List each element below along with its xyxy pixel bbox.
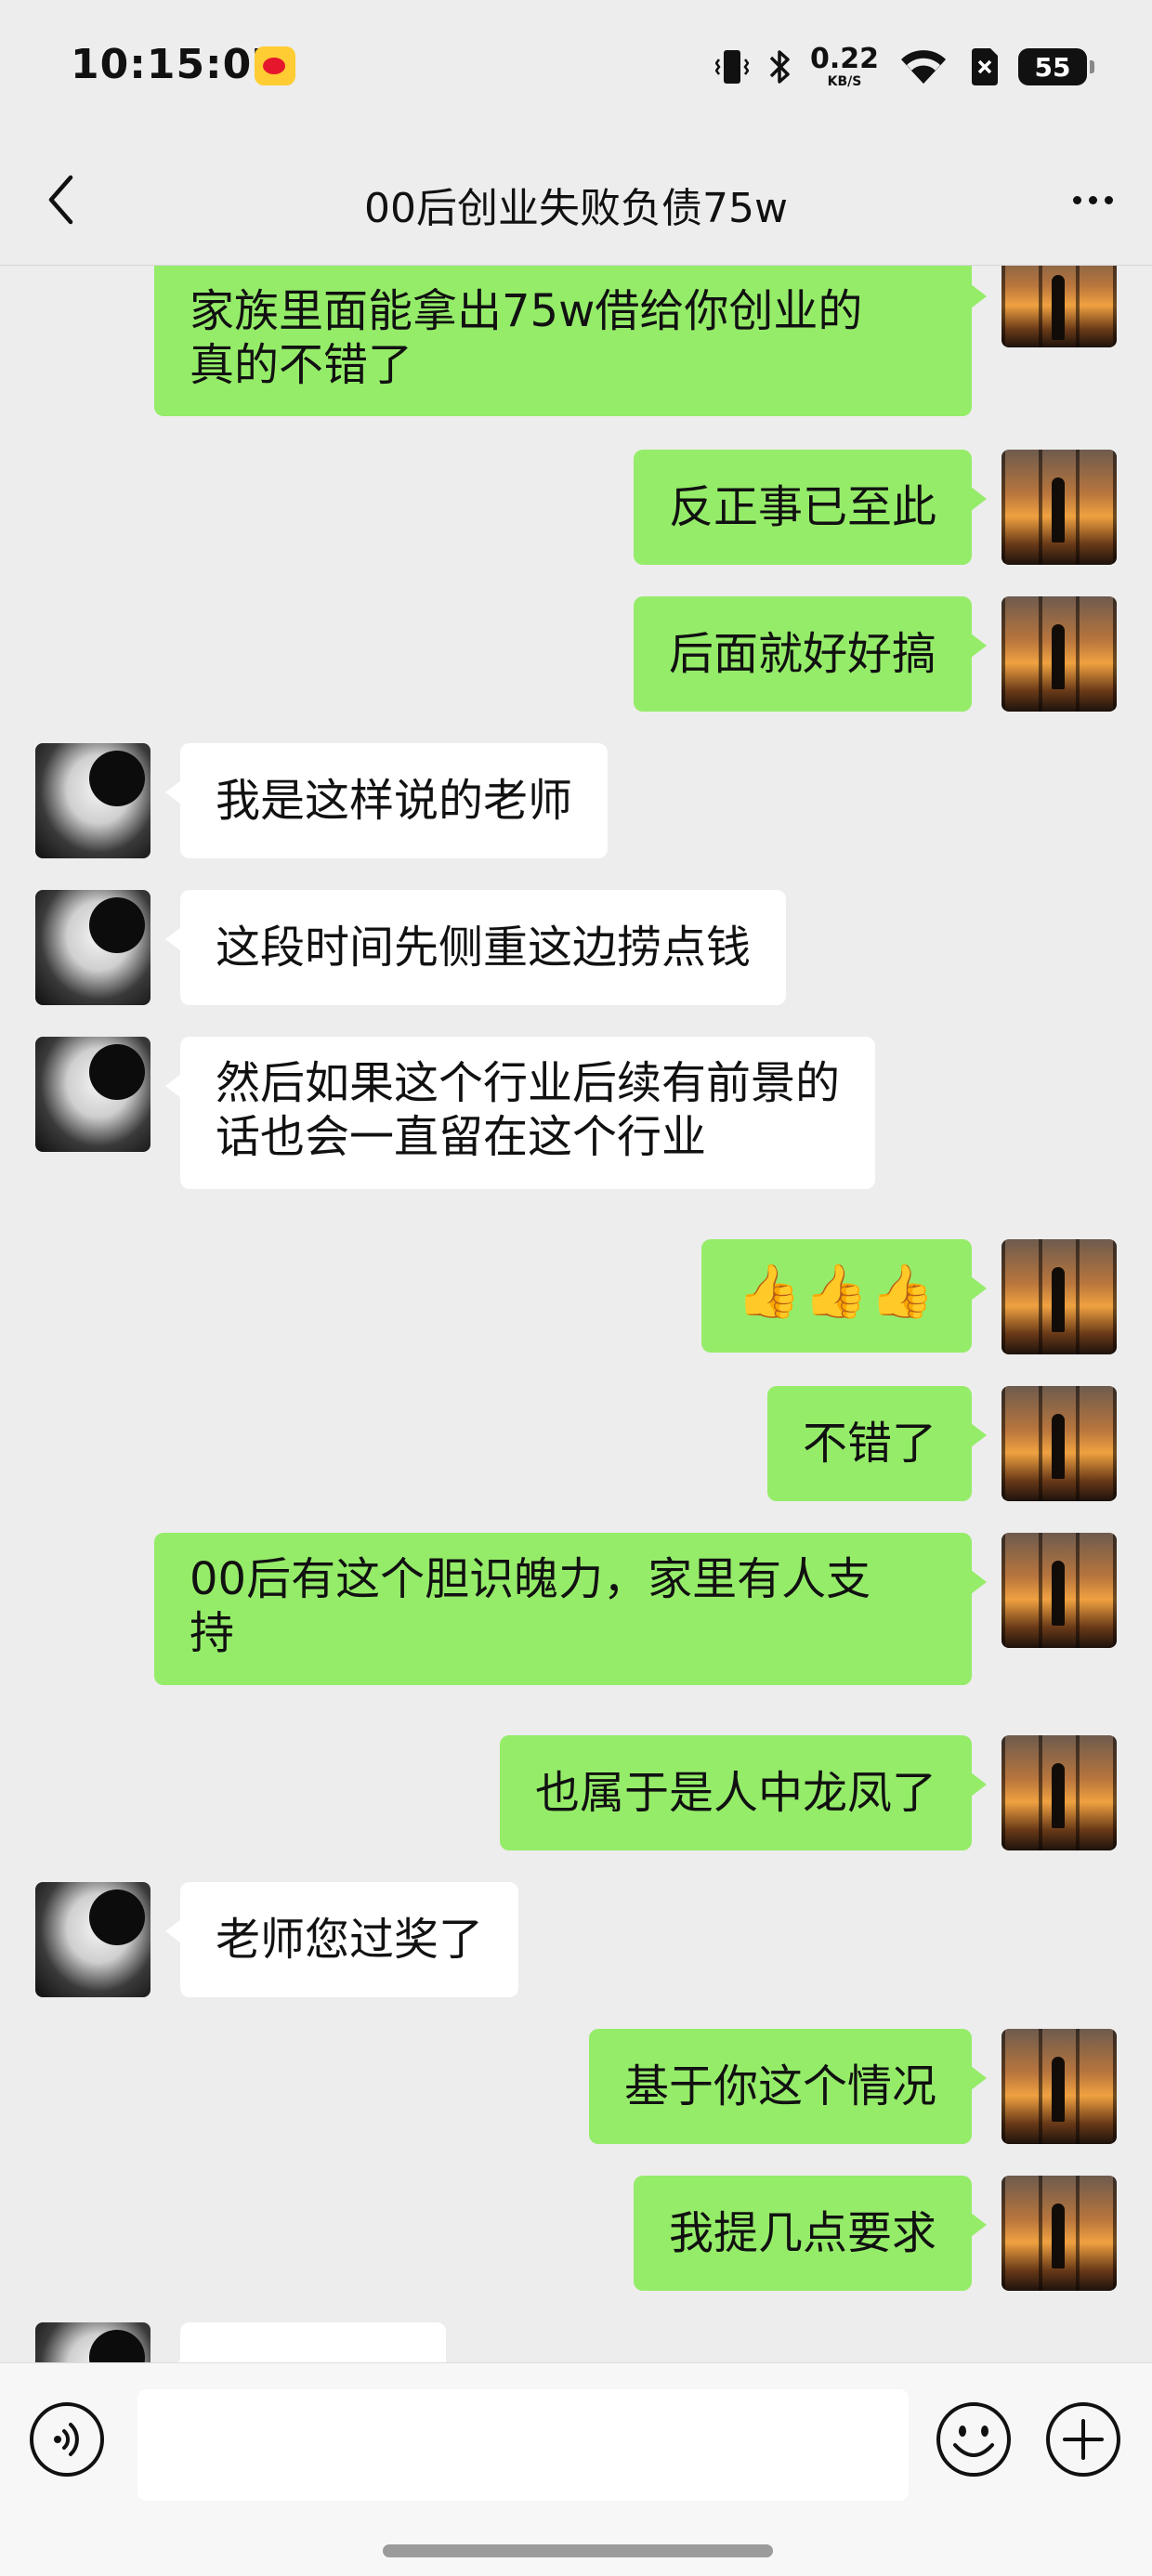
emoji-icon[interactable] [935,2400,1013,2478]
message-text: 我提几点要求 [668,2207,936,2259]
contact-avatar[interactable] [35,2322,151,2362]
message-bubble[interactable]: 我提几点要求 [633,2176,988,2291]
message-line: 话也会一直留在这个行业 [216,1111,707,1163]
message-bubble[interactable]: 这段时间先侧重这边捞点钱 [164,890,787,1005]
message-bubble[interactable]: 不错了 [766,1386,988,1501]
my-avatar[interactable] [1001,2176,1117,2291]
message-text: 我是这样说的老师 [216,775,573,827]
message-text: 基于你这个情况 [623,2060,936,2112]
message-line: 00后有这个胆识魄力，家里有人支 [190,1553,871,1605]
message-bubble[interactable]: 然后如果这个行业后续有前景的 话也会一直留在这个行业 [164,1037,876,1189]
chat-title: 00后创业失败负债75w [364,185,788,232]
network-speed-value: 0.22 [809,43,879,75]
message-text: 这段时间先侧重这边捞点钱 [216,922,752,974]
message-bubble[interactable]: 老师您过奖了 [164,1882,519,1997]
message-bubble[interactable] [165,2322,446,2362]
message-bubble[interactable]: 家族里面能拿出75w借给你创业的 真的不错了 [154,266,987,416]
my-avatar[interactable] [1001,596,1117,712]
message-bubble[interactable]: 后面就好好搞 [633,596,988,712]
more-button[interactable] [1055,167,1130,232]
message-line: 真的不错了 [190,339,413,391]
my-avatar[interactable] [1001,2029,1117,2144]
more-dots-icon [1072,195,1081,204]
status-time: 10:15:07 [71,41,281,88]
my-avatar[interactable] [1001,266,1117,347]
home-indicator[interactable] [383,2544,773,2557]
vibrate-icon [714,50,749,84]
my-avatar[interactable] [1001,1386,1117,1501]
battery-icon: 55 [1018,48,1094,85]
plus-icon[interactable] [1044,2400,1122,2478]
network-speed: 0.22 KB/S [809,43,879,89]
my-avatar[interactable] [1001,1533,1117,1648]
thumbs-up-emoji: 👍👍👍 [736,1262,936,1322]
message-text: 也属于是人中龙凤了 [534,1767,936,1819]
my-avatar[interactable] [1001,450,1117,565]
voice-icon[interactable] [28,2400,106,2478]
message-bubble[interactable]: 也属于是人中龙凤了 [499,1735,988,1850]
my-avatar[interactable] [1001,1735,1117,1850]
network-speed-unit: KB/S [827,74,862,89]
message-line: 家族里面能拿出75w借给你创业的 [190,285,863,337]
bluetooth-icon [769,50,790,84]
message-bubble[interactable]: 基于你这个情况 [588,2029,988,2144]
message-bubble[interactable]: 反正事已至此 [633,450,988,565]
message-bubble[interactable]: 我是这样说的老师 [164,743,609,858]
message-text: 反正事已至此 [668,481,936,533]
status-icons: 0.22 KB/S 55 [714,43,1094,91]
no-sim-icon [972,48,998,85]
message-line: 持 [190,1607,235,1659]
weibo-icon [255,46,295,85]
message-line: 然后如果这个行业后续有前景的 [216,1057,841,1109]
contact-avatar[interactable] [35,1882,151,1997]
contact-avatar[interactable] [35,890,151,1005]
message-text: 不错了 [802,1418,936,1470]
my-avatar[interactable] [1001,1239,1117,1354]
message-text: 老师您过奖了 [216,1914,484,1966]
status-bar: 10:15:07 0.22 KB/S 55 [0,0,1152,139]
message-input[interactable] [137,2389,909,2501]
message-bubble[interactable]: 👍👍👍 [700,1239,988,1353]
chat-message-list[interactable]: 家族里面能拿出75w借给你创业的 真的不错了 反正事已至此 后面就好好搞 我是这… [0,266,1152,2362]
chat-header: 00后创业失败负债75w [0,139,1152,266]
wifi-icon [901,50,946,84]
chat-input-bar [0,2362,1152,2576]
contact-avatar[interactable] [35,1037,151,1152]
contact-avatar[interactable] [35,743,151,858]
message-text: 后面就好好搞 [668,628,936,680]
message-bubble[interactable]: 00后有这个胆识魄力，家里有人支 持 [154,1533,987,1685]
battery-level: 55 [1034,51,1071,83]
